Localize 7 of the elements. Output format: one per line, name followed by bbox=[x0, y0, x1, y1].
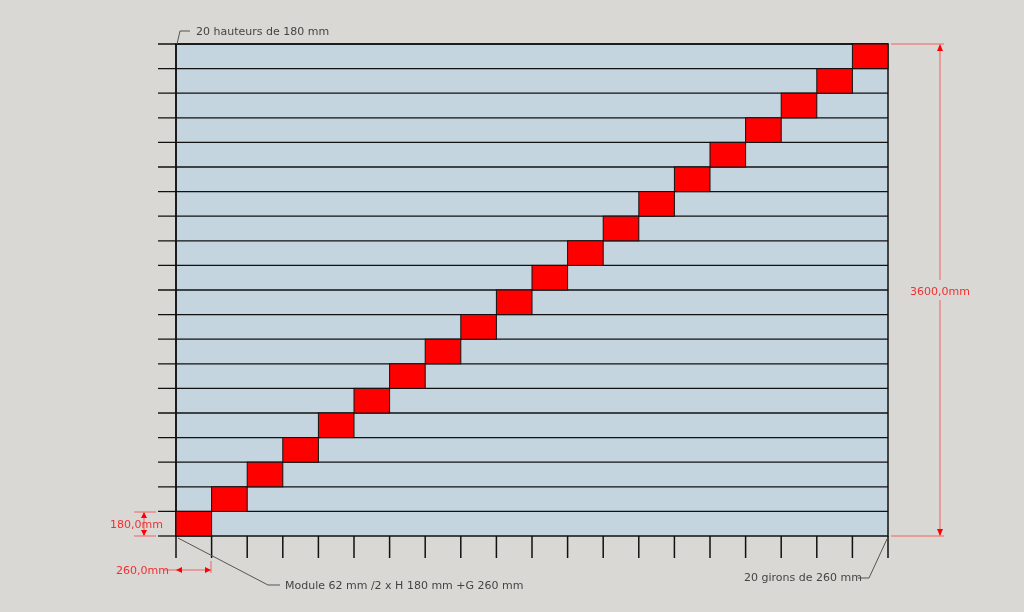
tread-dimension-label: 260,0mm bbox=[116, 564, 169, 577]
treads-note: 20 girons de 260 mm bbox=[744, 571, 862, 584]
total-height-dimension-label: 3600,0mm bbox=[910, 285, 970, 298]
leader-line bbox=[176, 30, 191, 45]
heights-note: 20 hauteurs de 180 mm bbox=[196, 25, 330, 38]
height-dimension-label: 180,0mm bbox=[110, 518, 163, 531]
module-note: Module 62 mm /2 x H 180 mm +G 260 mm bbox=[285, 579, 524, 592]
